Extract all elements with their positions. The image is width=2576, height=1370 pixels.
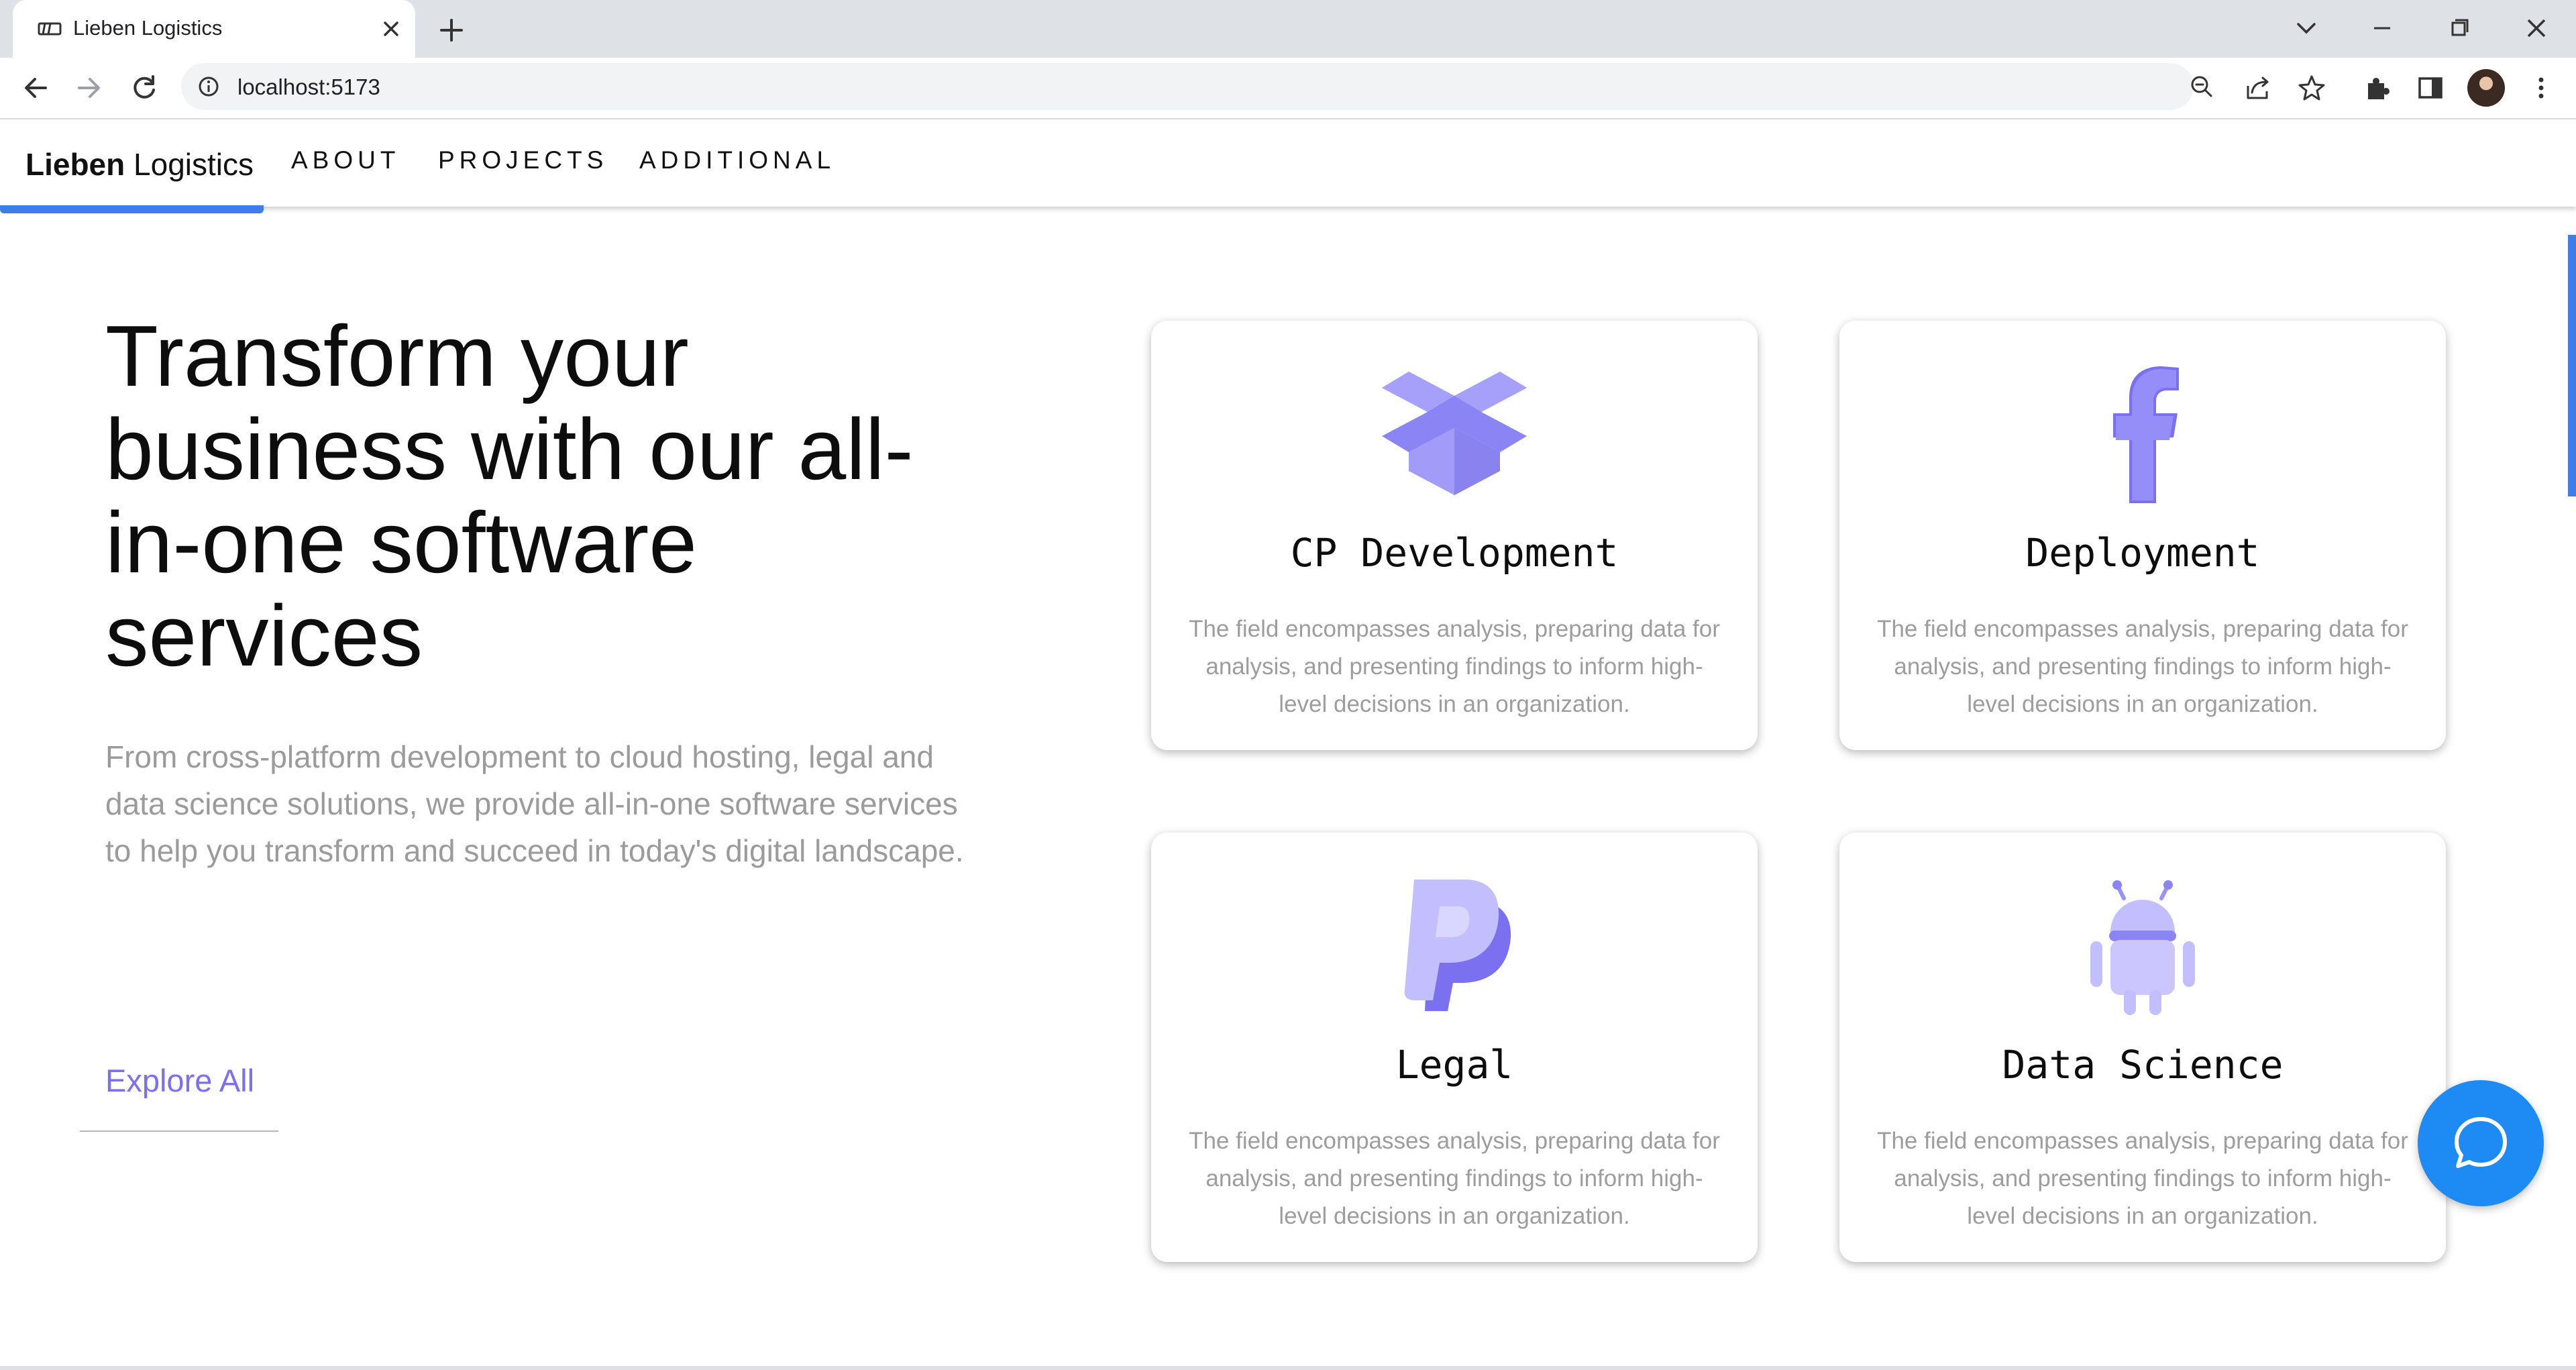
browser-toolbar: localhost:5173 (0, 58, 2576, 119)
new-tab-icon[interactable] (436, 15, 467, 46)
service-card-legal[interactable]: Legal The field encompasses analysis, pr… (1151, 833, 1758, 1262)
android-icon (2090, 880, 2195, 1015)
card-title: Legal (1395, 1042, 1513, 1088)
card-description: The field encompasses analysis, preparin… (1877, 1128, 2408, 1229)
restore-icon[interactable] (2439, 12, 2479, 46)
hero-description: From cross-platform development to cloud… (105, 739, 964, 868)
site-header: Lieben Logistics ABOUT PROJECTS ADDITION… (0, 119, 2576, 213)
close-tab-icon[interactable] (378, 16, 404, 42)
site-info-icon[interactable] (197, 75, 220, 98)
profile-avatar[interactable] (2467, 69, 2505, 107)
facebook-icon (2113, 366, 2179, 503)
card-title: Deployment (2025, 530, 2260, 576)
card-description: The field encompasses analysis, preparin… (1189, 1128, 1720, 1229)
hero-title-line: services (105, 588, 423, 684)
card-title: Data Science (2002, 1042, 2284, 1088)
bookmark-star-icon[interactable] (2296, 72, 2327, 103)
brand-bold-text: Lieben (25, 147, 125, 182)
brand-logo[interactable]: Lieben Logistics (25, 146, 254, 182)
brand-active-indicator (0, 205, 264, 213)
service-card-deployment[interactable]: Deployment The field encompasses analysi… (1839, 321, 2446, 750)
share-icon[interactable] (2243, 72, 2273, 103)
chat-button[interactable] (2418, 1080, 2544, 1206)
card-description: The field encompasses analysis, preparin… (1189, 616, 1720, 717)
chat-bubble-icon (2455, 1117, 2507, 1168)
browser-tab-strip: Lieben Logistics (0, 0, 2576, 58)
page-scrollbar[interactable] (2568, 235, 2576, 496)
tab-title: Lieben Logistics (73, 16, 223, 40)
paypal-icon (1404, 880, 1511, 1011)
forward-icon[interactable] (72, 71, 106, 105)
minimize-icon[interactable] (2362, 12, 2402, 46)
browser-tab[interactable]: Lieben Logistics (13, 0, 415, 58)
url-text[interactable]: localhost:5173 (237, 74, 380, 100)
site-favicon-icon (38, 22, 62, 36)
page-bottom-border (0, 1366, 2576, 1370)
side-panel-icon[interactable] (2415, 72, 2446, 103)
card-title: CP Development (1290, 530, 1619, 576)
nav-about[interactable]: ABOUT (291, 146, 400, 174)
reload-icon[interactable] (127, 71, 161, 105)
extensions-icon[interactable] (2361, 72, 2392, 103)
close-window-icon[interactable] (2516, 12, 2557, 46)
back-icon[interactable] (19, 71, 52, 105)
explore-all-link[interactable]: Explore All (105, 1062, 254, 1099)
hero-title: Transform your business with our all- in… (105, 310, 1058, 683)
explore-all-underline (80, 1130, 278, 1132)
service-card-data-science[interactable]: Data Science The field encompasses analy… (1839, 833, 2446, 1262)
card-description: The field encompasses analysis, preparin… (1877, 616, 2408, 717)
brand-regular-text: Logistics (133, 147, 254, 182)
zoom-icon[interactable] (2188, 73, 2215, 100)
hero-title-line: Transform your (105, 308, 689, 405)
hero-title-line: in-one software (105, 494, 697, 591)
nav-additional[interactable]: ADDITIONAL (639, 146, 835, 174)
dropbox-icon (1382, 372, 1527, 495)
tab-search-chevron-icon[interactable] (2286, 12, 2326, 46)
service-card-cp-development[interactable]: CP Development The field encompasses ana… (1151, 321, 1758, 750)
browser-menu-icon[interactable] (2526, 72, 2557, 103)
address-bar[interactable]: localhost:5173 (181, 63, 2212, 110)
hero-title-line: business with our all- (105, 401, 914, 498)
nav-projects[interactable]: PROJECTS (438, 146, 608, 174)
